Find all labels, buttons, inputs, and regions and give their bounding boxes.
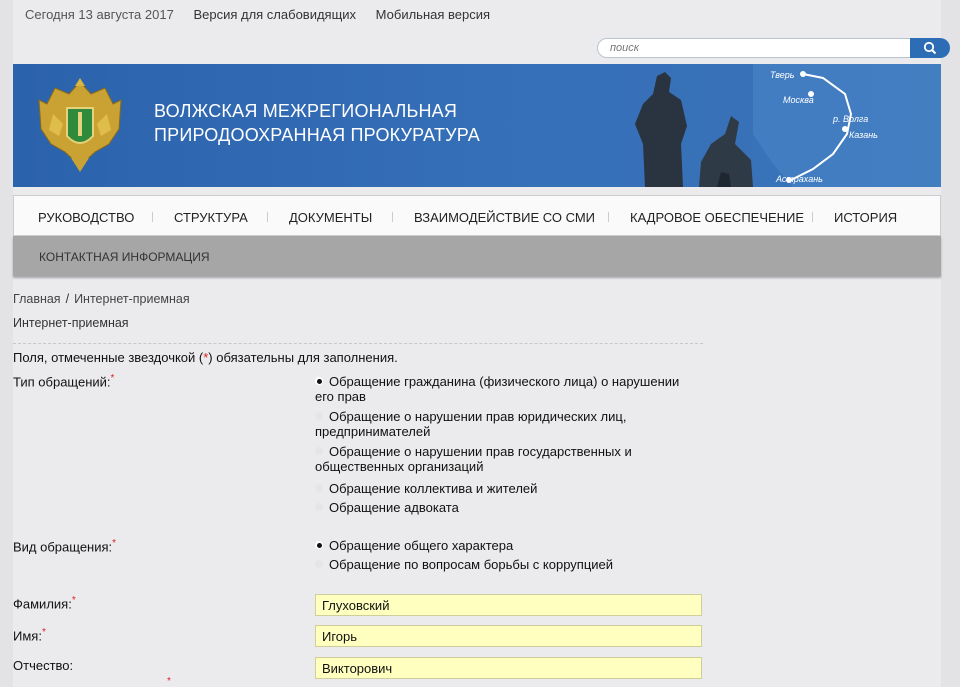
request-type-option[interactable]: Обращение о нарушении прав юридических л…	[315, 409, 700, 439]
nav-separator	[812, 212, 813, 222]
radio-icon[interactable]	[315, 412, 323, 420]
note-text-start: Поля, отмеченные звездочкой (	[13, 350, 204, 365]
request-type-option[interactable]: Обращение гражданина (физического лица) …	[315, 374, 700, 404]
required-mark: *	[112, 538, 117, 549]
volga-map-image	[753, 64, 941, 187]
nav-separator	[152, 212, 153, 222]
nav-separator	[267, 212, 268, 222]
main-navigation: РУКОВОДСТВО СТРУКТУРА ДОКУМЕНТЫ ВЗАИМОДЕ…	[13, 195, 941, 280]
nav-separator	[608, 212, 609, 222]
map-label-astrakhan: Астрахань	[776, 174, 823, 184]
request-type-option-label: Обращение коллектива и жителей	[329, 481, 538, 496]
surname-field[interactable]: Глуховский	[315, 594, 702, 616]
required-mark: *	[167, 676, 171, 687]
request-kind-option[interactable]: Обращение по вопросам борьбы с коррупцие…	[315, 557, 700, 572]
radio-icon[interactable]	[315, 447, 323, 455]
nav-row-primary: РУКОВОДСТВО СТРУКТУРА ДОКУМЕНТЫ ВЗАИМОДЕ…	[13, 195, 941, 236]
search-button[interactable]	[910, 38, 950, 58]
patronymic-label: Отчество:	[13, 658, 74, 673]
current-date: Сегодня 13 августа 2017	[25, 7, 174, 22]
nav-separator	[392, 212, 393, 222]
site-title-line2: ПРИРОДООХРАННАЯ ПРОКУРАТУРА	[154, 125, 481, 145]
request-kind-label-text: Вид обращения:	[13, 539, 113, 555]
monument-image	[635, 72, 753, 187]
request-type-option-label: Обращение гражданина (физического лица) …	[315, 374, 680, 404]
request-type-option-label: Обращение адвоката	[329, 500, 459, 515]
nav-item-hr[interactable]: КАДРОВОЕ ОБЕСПЕЧЕНИЕ	[630, 210, 804, 225]
note-text-end: ) обязательны для заполнения.	[208, 350, 398, 365]
surname-label-text: Фамилия:	[13, 596, 72, 612]
request-type-option[interactable]: Обращение коллектива и жителей	[315, 481, 700, 496]
nav-item-structure[interactable]: СТРУКТУРА	[174, 210, 248, 225]
request-kind-option-label: Обращение общего характера	[329, 538, 514, 553]
search-icon	[923, 41, 937, 55]
nav-item-contacts[interactable]: КОНТАКТНАЯ ИНФОРМАЦИЯ	[39, 250, 210, 264]
request-kind-option-label: Обращение по вопросам борьбы с коррупцие…	[329, 557, 614, 572]
mobile-version-link[interactable]: Мобильная версия	[376, 7, 490, 22]
nav-item-media[interactable]: ВЗАИМОДЕЙСТВИЕ СО СМИ	[414, 210, 595, 225]
required-mark: *	[110, 373, 115, 384]
required-fields-note: Поля, отмеченные звездочкой (*) обязател…	[13, 350, 398, 365]
breadcrumb: Главная / Интернет-приемная	[13, 292, 190, 306]
required-mark: *	[41, 627, 46, 638]
request-kind-label: Вид обращения:*	[13, 538, 116, 554]
request-type-label: Тип обращений:*	[13, 373, 114, 389]
request-kind-option[interactable]: Обращение общего характера	[315, 538, 700, 553]
nav-item-history[interactable]: ИСТОРИЯ	[834, 210, 897, 225]
map-label-kazan: Казань	[849, 130, 878, 140]
request-type-label-text: Тип обращений:	[13, 374, 111, 390]
surname-label: Фамилия:*	[13, 595, 76, 611]
search-input[interactable]	[597, 38, 911, 58]
page-title: Интернет-приемная	[13, 316, 129, 330]
radio-selected-icon[interactable]	[315, 541, 323, 549]
site-title[interactable]: ВОЛЖСКАЯ МЕЖРЕГИОНАЛЬНАЯ ПРИРОДООХРАННАЯ…	[154, 99, 480, 147]
site-title-line1: ВОЛЖСКАЯ МЕЖРЕГИОНАЛЬНАЯ	[154, 101, 458, 121]
search-box	[597, 38, 950, 58]
first-name-field[interactable]: Игорь	[315, 625, 702, 647]
request-type-option-label: Обращение о нарушении прав юридических л…	[315, 409, 627, 439]
patronymic-field[interactable]: Викторович	[315, 657, 702, 679]
accessible-version-link[interactable]: Версия для слабовидящих	[193, 7, 356, 22]
nav-item-management[interactable]: РУКОВОДСТВО	[38, 210, 134, 225]
breadcrumb-separator: /	[65, 292, 70, 306]
divider	[13, 343, 703, 344]
first-name-label-text: Имя:	[13, 628, 42, 644]
breadcrumb-home-link[interactable]: Главная	[13, 292, 61, 306]
map-label-moscow: Москва	[783, 95, 814, 105]
first-name-label: Имя:*	[13, 627, 46, 643]
radio-selected-icon[interactable]	[315, 377, 323, 385]
top-bar: Сегодня 13 августа 2017 Версия для слабо…	[25, 7, 506, 22]
request-type-option[interactable]: Обращение о нарушении прав государственн…	[315, 444, 700, 474]
map-label-volga: р. Волга	[833, 114, 869, 124]
nav-item-documents[interactable]: ДОКУМЕНТЫ	[289, 210, 372, 225]
radio-icon[interactable]	[315, 560, 323, 568]
header-banner: ВОЛЖСКАЯ МЕЖРЕГИОНАЛЬНАЯ ПРИРОДООХРАННАЯ…	[13, 64, 941, 187]
radio-icon[interactable]	[315, 484, 323, 492]
request-type-option-label: Обращение о нарушении прав государственн…	[315, 444, 632, 474]
nav-row-secondary: КОНТАКТНАЯ ИНФОРМАЦИЯ	[13, 236, 941, 276]
request-type-option[interactable]: Обращение адвоката	[315, 500, 700, 515]
radio-icon[interactable]	[315, 503, 323, 511]
prosecutor-emblem-icon[interactable]	[33, 74, 128, 179]
required-mark: *	[71, 595, 76, 606]
breadcrumb-current: Интернет-приемная	[74, 292, 190, 306]
map-label-tver: Тверь	[770, 70, 795, 80]
